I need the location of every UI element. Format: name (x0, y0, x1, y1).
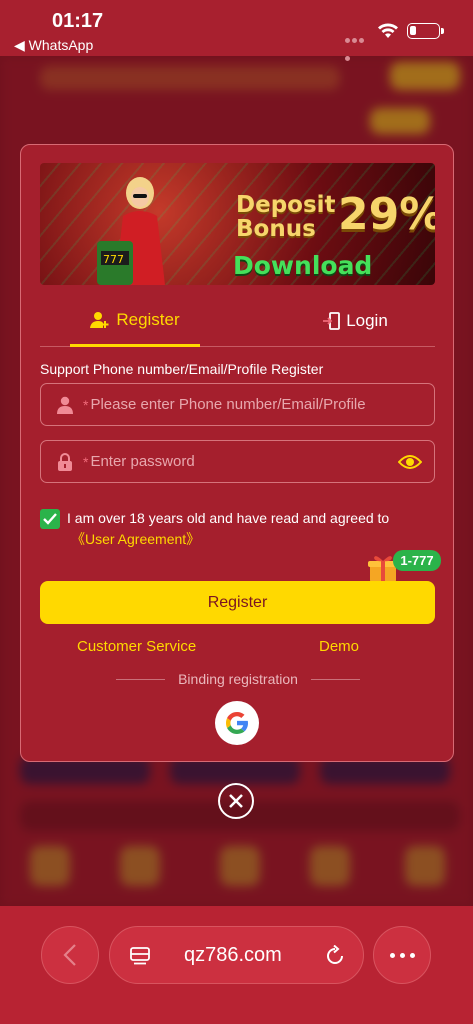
required-mark: * (83, 396, 89, 413)
status-bar: 01:17 ◀ WhatsApp (0, 0, 473, 61)
username-input[interactable] (90, 396, 391, 413)
bonus-badge: 1-777 (393, 550, 441, 571)
banner-download-cta: Download Now (233, 251, 373, 285)
close-modal-button[interactable] (218, 783, 254, 819)
required-mark: * (83, 453, 89, 470)
url-text: qz786.com (184, 944, 282, 966)
browser-toolbar: qz786.com (0, 906, 473, 1024)
add-user-icon (90, 311, 109, 328)
username-field[interactable]: * (40, 383, 435, 426)
user-agreement-link[interactable]: 《User Agreement》 (71, 529, 200, 549)
chevron-left-icon (63, 944, 76, 966)
support-label: Support Phone number/Email/Profile Regis… (40, 361, 324, 377)
banner-headline: Deposit Bonus (236, 192, 336, 242)
battery-icon (407, 23, 444, 39)
address-bar[interactable]: qz786.com (109, 926, 364, 984)
wifi-icon (378, 23, 398, 38)
eye-icon[interactable] (398, 453, 422, 471)
user-icon (55, 395, 75, 415)
more-icon (389, 952, 395, 958)
lock-icon (55, 452, 75, 472)
banner-percent: 29% (338, 189, 435, 240)
tab-register[interactable]: Register (70, 295, 200, 347)
binding-divider: Binding registration (116, 669, 361, 689)
browser-back-button[interactable] (41, 926, 99, 984)
demo-link[interactable]: Demo (319, 638, 359, 655)
register-button[interactable]: Register (40, 581, 435, 624)
close-icon (229, 794, 243, 808)
binding-label: Binding registration (178, 671, 298, 687)
promo-girl-illustration: 777 (97, 177, 165, 285)
tab-login[interactable]: Login (305, 295, 405, 347)
more-options-button[interactable] (373, 926, 431, 984)
auth-tabs: Register Login (40, 295, 435, 347)
page-menu-icon (130, 947, 150, 965)
register-modal: 777 Deposit Bonus 29% Download Now Regis… (20, 144, 454, 762)
agree-checkbox[interactable] (40, 509, 60, 529)
password-field[interactable]: * (40, 440, 435, 483)
google-signin-button[interactable] (215, 701, 259, 745)
signal-dots-icon (345, 30, 369, 61)
check-icon (43, 513, 57, 525)
status-time: 01:17 (52, 10, 104, 32)
google-icon (226, 712, 248, 734)
password-input[interactable] (90, 453, 391, 470)
svg-text:777: 777 (103, 253, 124, 266)
promo-banner[interactable]: 777 Deposit Bonus 29% Download Now (40, 163, 435, 285)
customer-service-link[interactable]: Customer Service (77, 638, 196, 655)
reload-icon[interactable] (324, 945, 346, 967)
agree-text: I am over 18 years old and have read and… (67, 510, 390, 526)
login-door-icon (323, 312, 341, 330)
back-to-whatsapp-link[interactable]: ◀ WhatsApp (14, 37, 93, 54)
